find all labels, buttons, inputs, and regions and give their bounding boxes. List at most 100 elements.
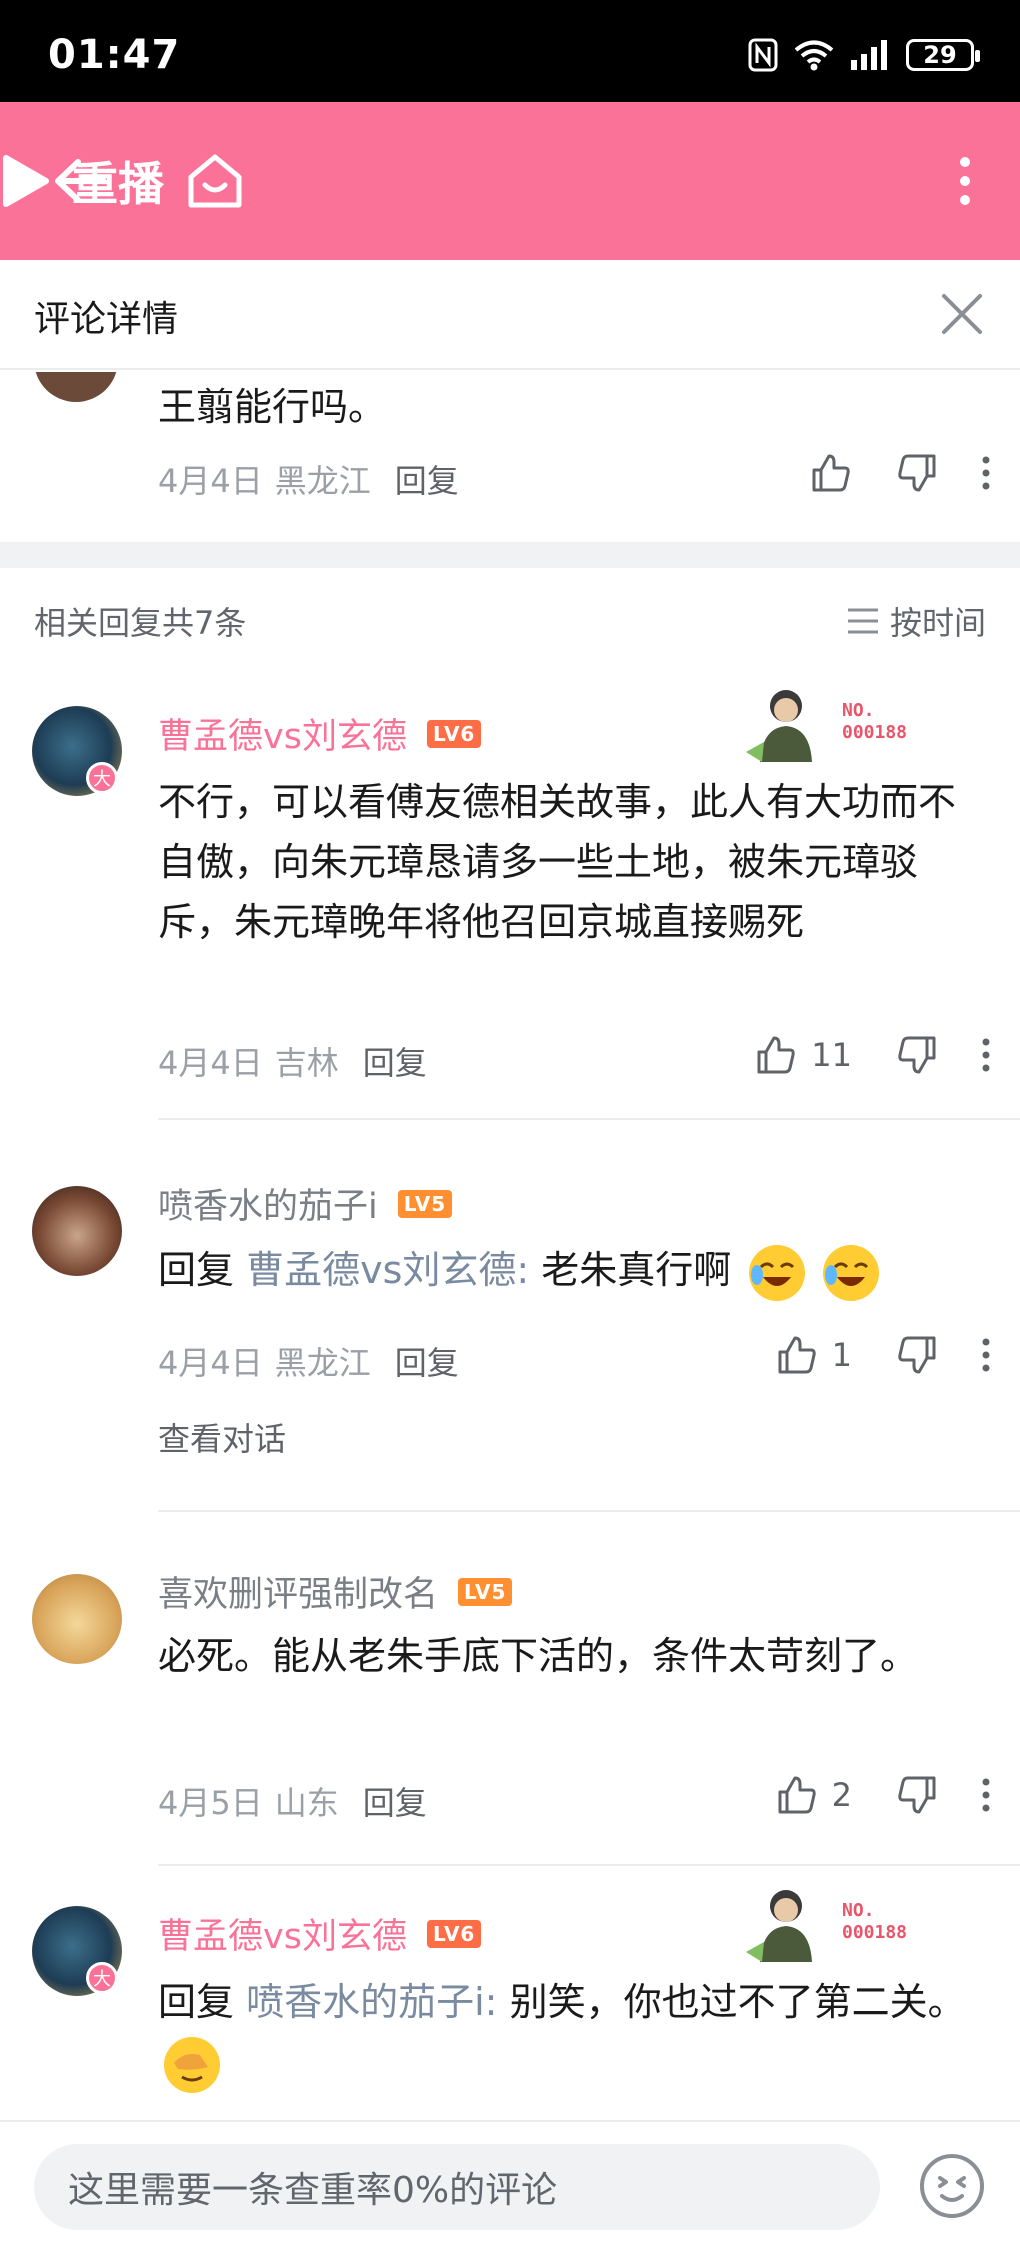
comment-more-button[interactable]	[982, 456, 990, 490]
sort-by-time-button[interactable]: 按时间	[846, 598, 986, 644]
comment-location: 黑龙江	[274, 1344, 371, 1382]
sort-label: 按时间	[889, 604, 986, 642]
divider	[158, 1118, 1020, 1120]
reply-item: 喜欢删评强制改名 LV5 必死。能从老朱手底下活的，条件太苛刻了。 4月5日 山…	[0, 1568, 1020, 1868]
vip-badge: 大	[86, 1962, 118, 1994]
reply-prefix: 回复	[158, 1248, 235, 1292]
dislike-button[interactable]	[896, 1774, 938, 1816]
reply-body: 别笑，你也过不了第二关。	[497, 1980, 966, 2024]
replay-button[interactable]: 重播	[0, 102, 1020, 260]
home-icon	[188, 154, 242, 208]
comment-date: 4月4日	[158, 1044, 263, 1082]
status-bar: 01:47 29	[0, 0, 1020, 102]
username[interactable]: 喷香水的茄子i LV5	[158, 1178, 453, 1229]
dislike-button[interactable]	[896, 452, 938, 494]
comment-input[interactable]: 这里需要一条查重率0%的评论	[34, 2144, 880, 2230]
level-badge: LV5	[397, 1189, 453, 1218]
emoji-icon	[920, 2154, 984, 2218]
arrow-left-icon	[55, 159, 106, 203]
mention-link[interactable]: 喷香水的茄子i:	[246, 1980, 497, 2024]
fan-medal-figure-icon	[746, 1890, 812, 1962]
avatar[interactable]	[32, 1186, 122, 1276]
like-button[interactable]	[810, 452, 852, 494]
close-icon	[942, 294, 982, 334]
comment-location: 黑龙江	[274, 462, 371, 500]
comment-input-placeholder: 这里需要一条查重率0%的评论	[68, 2170, 558, 2211]
divider	[158, 1864, 1020, 1866]
battery-icon: 29	[906, 39, 980, 71]
view-conversation-link[interactable]: 查看对话	[158, 1414, 286, 1460]
signal-icon	[851, 40, 887, 70]
comment-detail-header: 评论详情	[0, 260, 1020, 370]
laughing-emoji-icon	[749, 1244, 806, 1301]
comment-actions: 1	[776, 1334, 990, 1376]
avatar[interactable]	[34, 372, 118, 402]
reply-item: 大 曹孟德vs刘玄德 LV6 NO. 000188 不行，可以看傅友德相关故事，…	[0, 690, 1020, 1120]
comment-actions: 2	[776, 1774, 990, 1816]
fan-medal: NO. 000188	[740, 1882, 907, 1962]
username[interactable]: 曹孟德vs刘玄德 LV6	[158, 1908, 482, 1959]
thumbs-up-icon	[778, 1336, 816, 1374]
like-button[interactable]: 2	[776, 1774, 852, 1816]
section-divider	[0, 542, 1020, 568]
wifi-icon	[794, 40, 834, 71]
laughing-emoji-icon	[823, 1244, 880, 1301]
comment-more-button[interactable]	[982, 1038, 990, 1072]
reply-prefix: 回复	[158, 1980, 235, 2024]
level-badge: LV5	[458, 1577, 513, 1606]
reply-button[interactable]: 回复	[395, 1338, 459, 1384]
dislike-button[interactable]	[896, 1334, 938, 1376]
comment-date: 4月4日	[158, 462, 263, 500]
root-comment: 王翦能行吗。 4月4日 黑龙江 回复	[0, 372, 1020, 542]
nfc-icon	[748, 38, 778, 72]
comment-meta: 4月4日 黑龙江 回复	[158, 456, 459, 502]
like-button[interactable]: 11	[755, 1034, 852, 1076]
username[interactable]: 喜欢删评强制改名 LV5	[158, 1566, 513, 1617]
username-text: 曹孟德vs刘玄德	[158, 1917, 407, 1957]
comment-text: 必死。能从老朱手底下活的，条件太苛刻了。	[158, 1634, 919, 1678]
thumbs-down-icon	[898, 454, 936, 492]
username[interactable]: 曹孟德vs刘玄德 LV6	[158, 708, 482, 759]
comment-text: 不行，可以看傅友德相关故事，此人有大功而不自傲，向朱元璋恳请多一些土地，被朱元璋…	[158, 780, 957, 944]
like-count: 11	[811, 1036, 852, 1074]
more-vertical-icon	[982, 1338, 990, 1372]
mention-link[interactable]: 曹孟德vs刘玄德:	[246, 1248, 529, 1292]
fan-medal-figure-icon	[746, 690, 812, 762]
username-text: 喜欢删评强制改名	[158, 1575, 439, 1615]
back-button[interactable]	[40, 102, 120, 260]
comment-more-button[interactable]	[982, 1778, 990, 1812]
comment-location: 山东	[274, 1784, 339, 1822]
vip-badge: 大	[86, 762, 118, 794]
more-vertical-icon	[982, 456, 990, 490]
fan-medal: NO. 000188	[740, 682, 907, 762]
thumbs-up-icon	[778, 1776, 816, 1814]
close-button[interactable]	[934, 286, 990, 342]
comment-actions: 11	[755, 1034, 990, 1076]
username-text: 喷香水的茄子i	[158, 1187, 378, 1227]
home-button[interactable]	[175, 102, 255, 260]
reply-body: 老朱真行啊	[529, 1248, 732, 1292]
avatar[interactable]	[32, 1574, 122, 1664]
like-count: 1	[831, 1336, 852, 1374]
dislike-button[interactable]	[896, 1034, 938, 1076]
emoji-button[interactable]	[914, 2148, 990, 2224]
username-text: 曹孟德vs刘玄德	[158, 717, 407, 757]
thumbs-down-icon	[898, 1336, 936, 1374]
like-button[interactable]: 1	[776, 1334, 852, 1376]
thumbs-down-icon	[898, 1776, 936, 1814]
reply-button[interactable]: 回复	[363, 1038, 427, 1084]
reply-item: 喷香水的茄子i LV5 回复 曹孟德vs刘玄德: 老朱真行啊 4月4日 黑龙江 …	[0, 1180, 1020, 1520]
reply-button[interactable]: 回复	[395, 456, 459, 502]
more-vertical-icon	[982, 1038, 990, 1072]
reply-button[interactable]: 回复	[363, 1778, 427, 1824]
divider	[158, 1510, 1020, 1512]
fan-medal-number: NO. 000188	[842, 1900, 908, 1943]
comment-more-button[interactable]	[982, 1338, 990, 1372]
thumbs-up-icon	[812, 454, 850, 492]
page-title: 评论详情	[34, 299, 179, 340]
list-icon	[847, 608, 878, 634]
fan-medal-number: NO. 000188	[842, 700, 908, 743]
more-menu-button[interactable]	[940, 102, 990, 260]
battery-level: 29	[923, 41, 957, 69]
comment-date: 4月4日	[158, 1344, 263, 1382]
